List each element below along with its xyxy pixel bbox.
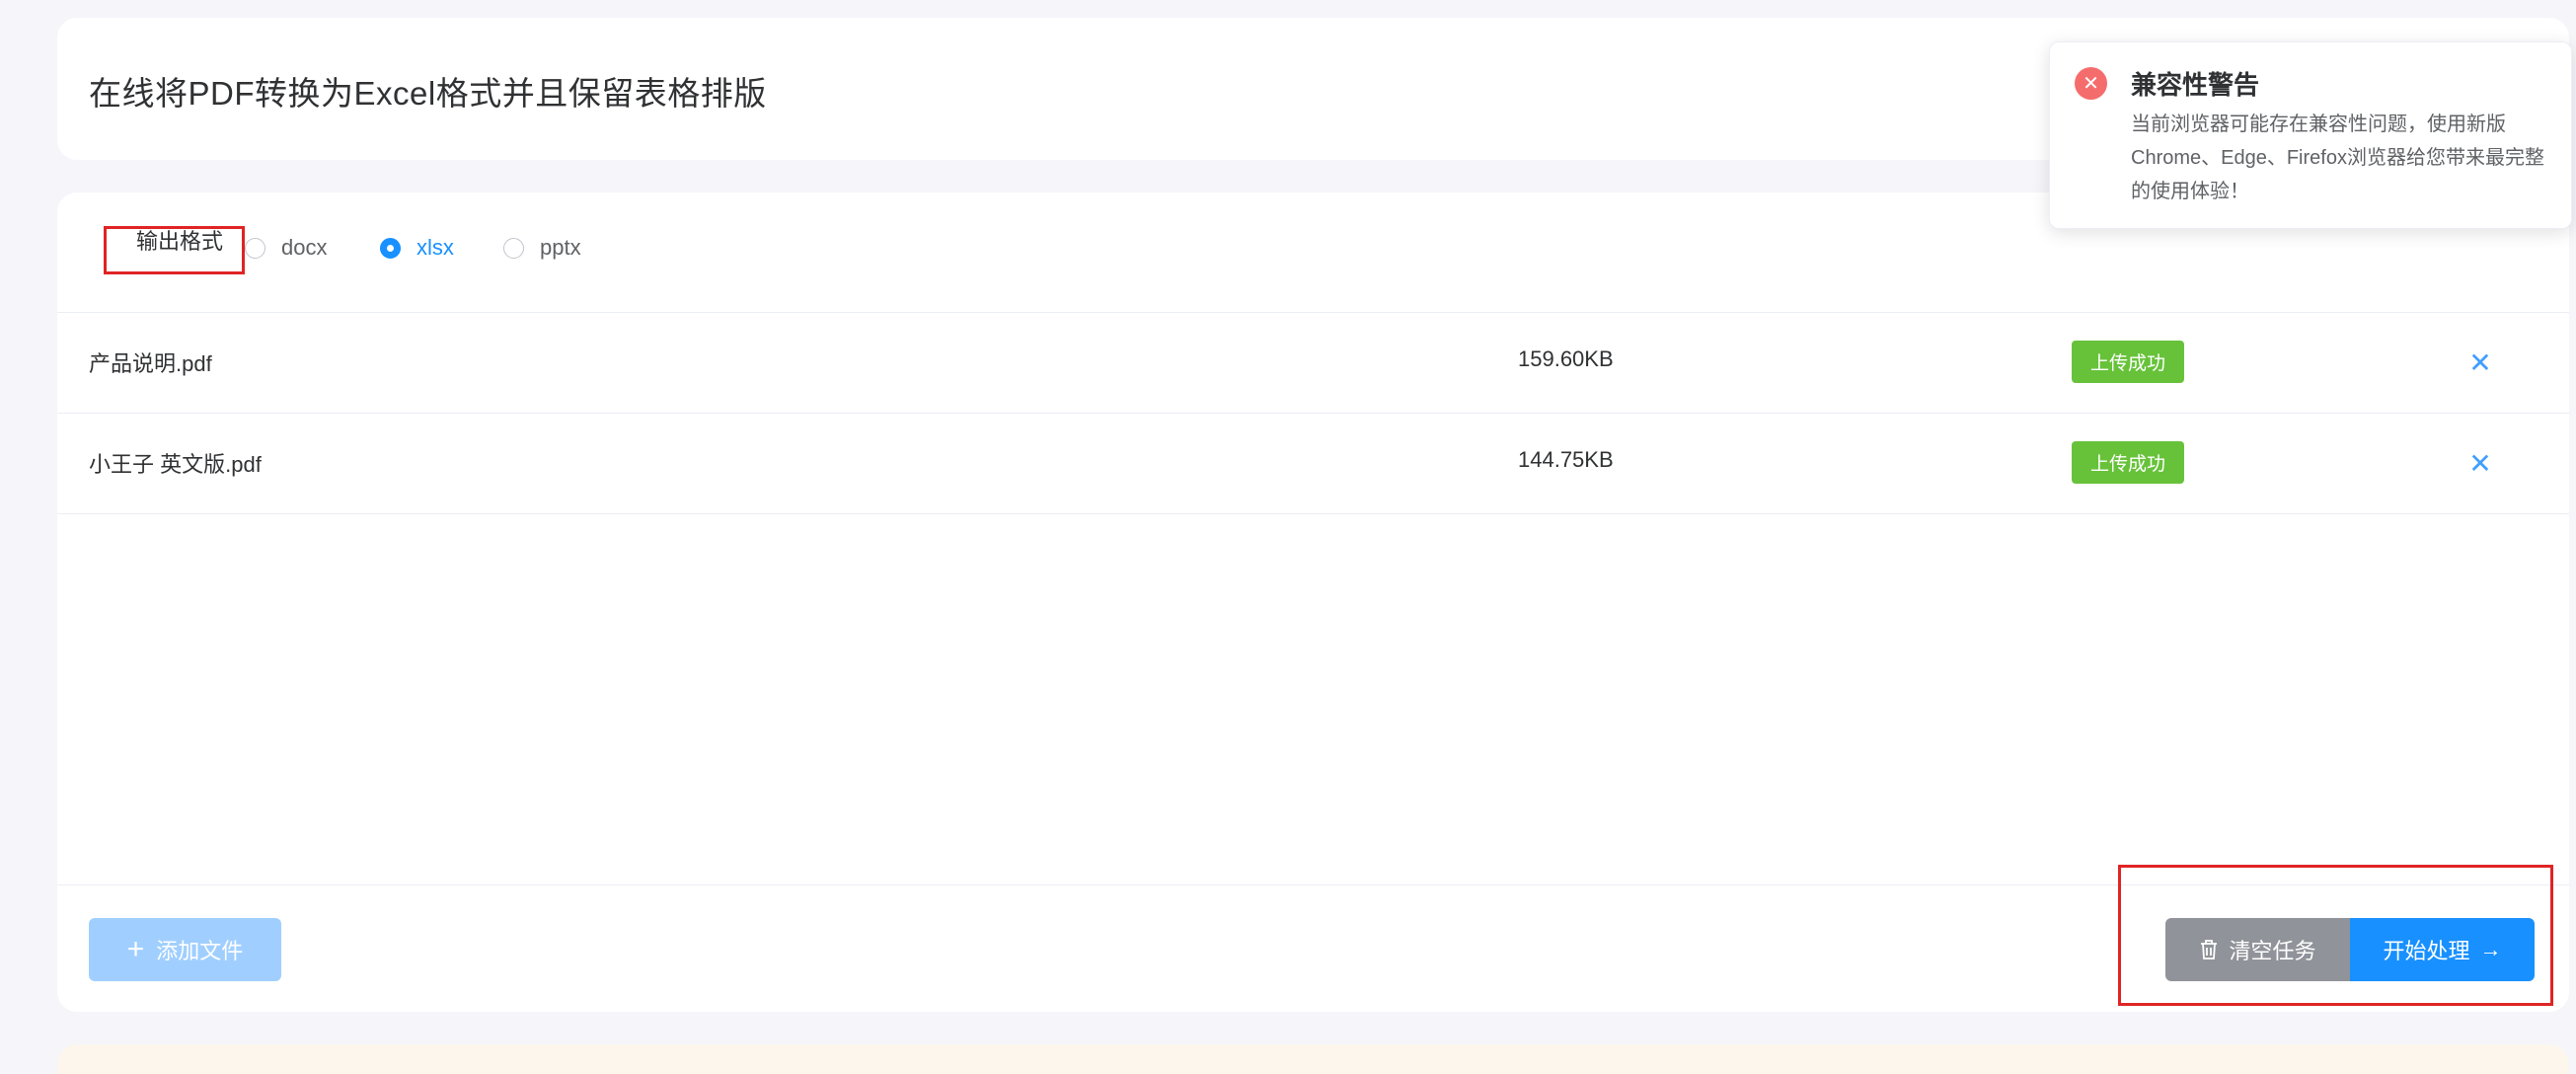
radio-label-xlsx: xlsx [417, 235, 454, 260]
file-row: 产品说明.pdf 159.60KB 上传成功 ✕ [57, 313, 2569, 414]
radio-label-pptx: pptx [540, 235, 581, 260]
radio-checked-icon [380, 237, 401, 259]
file-row: 小王子 英文版.pdf 144.75KB 上传成功 ✕ [57, 414, 2569, 514]
upload-status-badge: 上传成功 [2072, 441, 2184, 484]
radio-docx[interactable]: docx [245, 235, 327, 261]
notice-body: 当前浏览器可能存在兼容性问题，使用新版Chrome、Edge、Firefox浏览… [2131, 114, 2544, 202]
notice-title: 兼容性警告 [2131, 70, 2260, 100]
radio-pptx[interactable]: pptx [503, 235, 581, 261]
format-label: 输出格式 [136, 229, 224, 254]
action-buttons-highlight [2118, 865, 2553, 1006]
add-file-button[interactable]: + 添加文件 [89, 918, 281, 981]
radio-circle-icon [245, 237, 265, 259]
bottom-panel-edge [57, 1044, 2569, 1074]
remove-file-close-icon[interactable]: ✕ [2462, 445, 2498, 481]
remove-file-close-icon[interactable]: ✕ [2462, 345, 2498, 380]
upload-status-badge: 上传成功 [2072, 341, 2184, 383]
radio-circle-icon [503, 237, 524, 259]
plus-icon: + [126, 933, 145, 965]
error-close-icon[interactable]: ✕ [2075, 67, 2107, 100]
page-title: 在线将PDF转换为Excel格式并且保留表格排版 [89, 75, 767, 112]
file-size: 159.60KB [1518, 346, 1614, 371]
add-file-label: 添加文件 [156, 939, 244, 963]
radio-xlsx[interactable]: xlsx [380, 235, 454, 261]
compatibility-warning-notification: ✕ 兼容性警告 当前浏览器可能存在兼容性问题，使用新版Chrome、Edge、F… [2049, 41, 2572, 229]
radio-label-docx: docx [281, 235, 328, 260]
file-name: 产品说明.pdf [89, 351, 212, 376]
file-size: 144.75KB [1518, 447, 1614, 472]
file-name: 小王子 英文版.pdf [89, 452, 262, 477]
